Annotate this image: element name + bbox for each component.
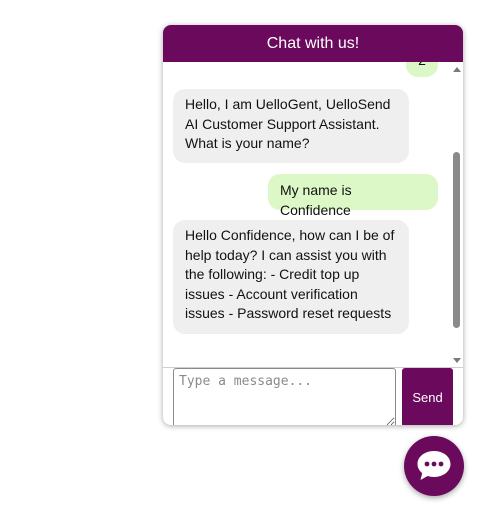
message-input[interactable] [173,368,396,425]
bot-message: Hello, I am UelloGent, UelloSend AI Cust… [173,89,409,163]
composer: Send [163,368,463,425]
chat-bubble-icon [417,451,451,480]
bot-message: Hello Confidence, how can I be of help t… [173,220,409,334]
chat-header-title: Chat with us! [163,25,463,62]
messages-scrollbar[interactable] [451,62,463,367]
user-message: 2 [406,62,438,77]
scroll-up-arrow-icon[interactable] [453,67,461,72]
messages-panel[interactable]: 2 Hello, I am UelloGent, UelloSend AI Cu… [163,62,463,368]
scroll-down-arrow-icon[interactable] [453,358,461,363]
user-message: My name is Confidence [268,174,438,218]
chat-launcher-button[interactable] [404,436,464,496]
scrollbar-thumb[interactable] [453,152,460,328]
chat-widget: Chat with us! 2 Hello, I am UelloGent, U… [163,25,463,425]
send-button[interactable]: Send [402,368,453,425]
